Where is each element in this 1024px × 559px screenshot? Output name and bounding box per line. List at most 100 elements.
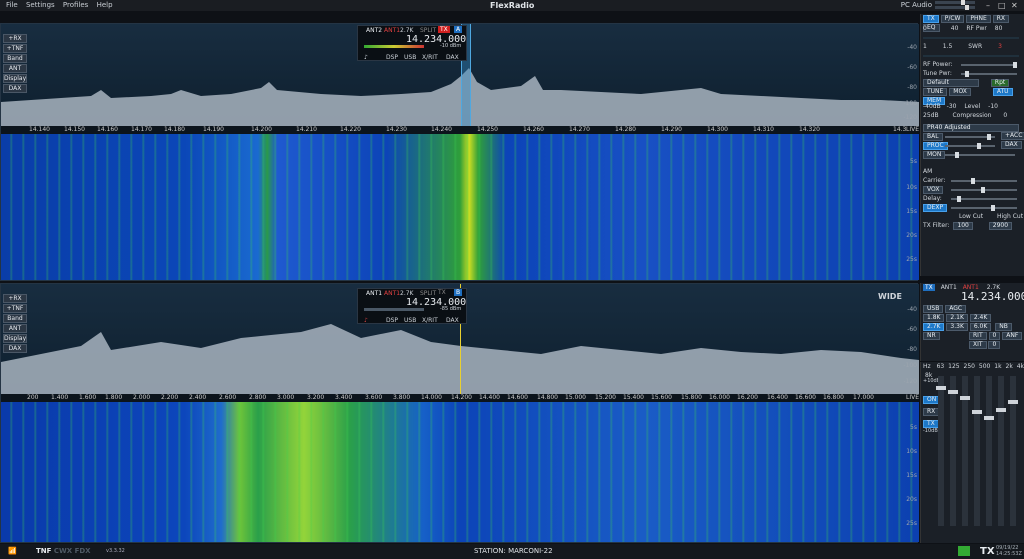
freq-scale-1[interactable]: 14.140 14.150 14.160 14.170 14.180 14.19…: [1, 126, 919, 134]
proc-slider[interactable]: [945, 143, 995, 149]
waterfall-1[interactable]: 5s 10s 15s 20s 25s: [1, 134, 919, 280]
nb-button[interactable]: NB: [995, 323, 1012, 331]
eq-slider-125[interactable]: [948, 376, 958, 526]
tx-badge[interactable]: TX: [438, 289, 446, 296]
ant-tx[interactable]: ANT1: [384, 290, 400, 297]
tnf-label[interactable]: TNF: [36, 547, 51, 555]
eq-slider-4k[interactable]: [1008, 376, 1018, 526]
carrier-slider[interactable]: [951, 178, 1017, 184]
atu-button[interactable]: ATU: [992, 88, 1013, 96]
slice-ant-rx[interactable]: ANT1: [941, 284, 957, 291]
xit-value[interactable]: 0: [988, 341, 1001, 349]
cwx-label[interactable]: CWX: [54, 547, 72, 555]
tab-rx[interactable]: RX: [992, 15, 1010, 23]
slice-panel-frequency[interactable]: 14.234.000: [961, 291, 1024, 302]
mox-button[interactable]: MOX: [949, 88, 971, 96]
filter-button[interactable]: 2.1K: [946, 314, 968, 322]
add-tnf-button[interactable]: +TNF: [3, 304, 27, 313]
display-button[interactable]: Display: [3, 334, 27, 343]
low-cut-input[interactable]: 100: [953, 222, 973, 230]
agc-select[interactable]: AGC: [945, 305, 967, 313]
dax-tx-button[interactable]: DAX: [1001, 141, 1022, 149]
rpt-button[interactable]: Rpt: [990, 79, 1010, 87]
split-label[interactable]: SPLIT: [420, 290, 436, 297]
close-icon[interactable]: ✕: [1011, 0, 1018, 11]
maximize-icon[interactable]: □: [998, 0, 1006, 11]
eq-slider-500[interactable]: [972, 376, 982, 526]
tx-indicator[interactable]: TX: [980, 544, 995, 559]
add-rx-button[interactable]: +RX: [3, 294, 27, 303]
eq-slider-250[interactable]: [960, 376, 970, 526]
mode-button[interactable]: USB: [404, 54, 416, 61]
ant-button[interactable]: ANT: [3, 64, 27, 73]
tab-phne[interactable]: PHNE: [966, 15, 991, 23]
minimize-icon[interactable]: –: [986, 0, 990, 11]
xit-button[interactable]: XIT: [969, 341, 987, 349]
band-button[interactable]: Band: [3, 54, 27, 63]
filter-button[interactable]: 2.4K: [969, 314, 992, 322]
mode-button[interactable]: USB: [404, 317, 416, 324]
slice-flag-b[interactable]: ANT1 ANT1 2.7K SPLIT TX B 14.234.000 -85…: [357, 288, 467, 324]
rf-power-slider[interactable]: [961, 62, 1017, 68]
split-label[interactable]: SPLIT: [420, 27, 436, 34]
ant-button[interactable]: ANT: [3, 324, 27, 333]
tab-pcw[interactable]: P/CW: [940, 15, 965, 23]
eq-slider-63[interactable]: [936, 376, 946, 526]
panadapter-2[interactable]: WIDE -40 -60 -80 -100 -120 +RX +TNF Band…: [0, 283, 919, 543]
bal-select[interactable]: BAL: [923, 133, 943, 141]
tnf-toggle[interactable]: TNF CWX FDX: [36, 544, 91, 559]
dexp-slider[interactable]: [951, 205, 1017, 211]
proc-button[interactable]: PROC: [923, 142, 948, 150]
menu-help[interactable]: Help: [97, 1, 113, 9]
dexp-button[interactable]: DEXP: [923, 204, 948, 212]
filter-button[interactable]: 6.0K: [969, 323, 992, 331]
xrit-button[interactable]: X/RIT: [422, 54, 438, 61]
mon-button[interactable]: MON: [923, 151, 946, 159]
slice-tx-badge[interactable]: TX: [923, 284, 935, 291]
dax-slice-button[interactable]: DAX: [446, 54, 459, 61]
menu-settings[interactable]: Settings: [26, 1, 55, 9]
rit-value[interactable]: 0: [988, 332, 1001, 340]
acc-button[interactable]: +ACC: [1001, 132, 1024, 140]
tx-profile-select[interactable]: Default: [923, 79, 979, 87]
tx-badge[interactable]: TX: [438, 26, 450, 33]
xrit-button[interactable]: X/RIT: [422, 317, 438, 324]
panadapter-1[interactable]: -40 -60 -80 -100 -120 +RX +TNF Band ANT …: [0, 23, 919, 281]
mic-level-slider[interactable]: [945, 134, 995, 140]
add-rx-button[interactable]: +RX: [3, 34, 27, 43]
vox-slider[interactable]: [951, 187, 1017, 193]
freq-scale-2[interactable]: 200 1.400 1.600 1.800 2.000 2.200 2.400 …: [1, 394, 919, 402]
fdx-label[interactable]: FDX: [75, 547, 91, 555]
add-tnf-button[interactable]: +TNF: [3, 44, 27, 53]
ant-rx[interactable]: ANT1: [366, 290, 382, 297]
filter-button[interactable]: 3.3K: [946, 323, 968, 331]
slice-flag-a[interactable]: ANT2 ANT1 2.7K SPLIT TX A 14.234.000 -10…: [357, 25, 467, 61]
tab-tx[interactable]: TX: [923, 15, 939, 23]
menu-file[interactable]: File: [6, 1, 18, 9]
dax-button[interactable]: DAX: [3, 344, 27, 353]
vox-button[interactable]: VOX: [923, 186, 944, 194]
filter-button[interactable]: 2.7K: [923, 323, 945, 331]
dsp-button[interactable]: DSP: [386, 317, 398, 324]
ant-rx[interactable]: ANT2: [366, 27, 382, 34]
mon-slider[interactable]: [945, 152, 1015, 158]
dax-slice-button[interactable]: DAX: [446, 317, 459, 324]
eq-slider-1k[interactable]: [984, 376, 994, 526]
tune-button[interactable]: TUNE: [923, 88, 948, 96]
menu-profiles[interactable]: Profiles: [63, 1, 88, 9]
filter-button[interactable]: 1.8K: [923, 314, 945, 322]
mic-profile-select[interactable]: PR40 Adjusted: [923, 124, 1019, 132]
eq-tx-toggle[interactable]: TX: [923, 420, 939, 428]
display-button[interactable]: Display: [3, 74, 27, 83]
mute-icon[interactable]: ♪: [364, 317, 368, 324]
headphone-slider[interactable]: [935, 5, 975, 10]
station-name[interactable]: STATION: MARCONI-22: [474, 544, 553, 559]
dsp-button[interactable]: DSP: [386, 54, 398, 61]
tune-power-slider[interactable]: [961, 71, 1017, 77]
pc-audio-slider[interactable]: [935, 0, 975, 5]
waterfall-2[interactable]: 5s 10s 15s 20s 25s: [1, 402, 919, 542]
band-button[interactable]: Band: [3, 314, 27, 323]
radio-signal-icon[interactable]: 📶: [8, 544, 17, 559]
eq-slider-2k[interactable]: [996, 376, 1006, 526]
mode-select[interactable]: USB: [923, 305, 944, 313]
